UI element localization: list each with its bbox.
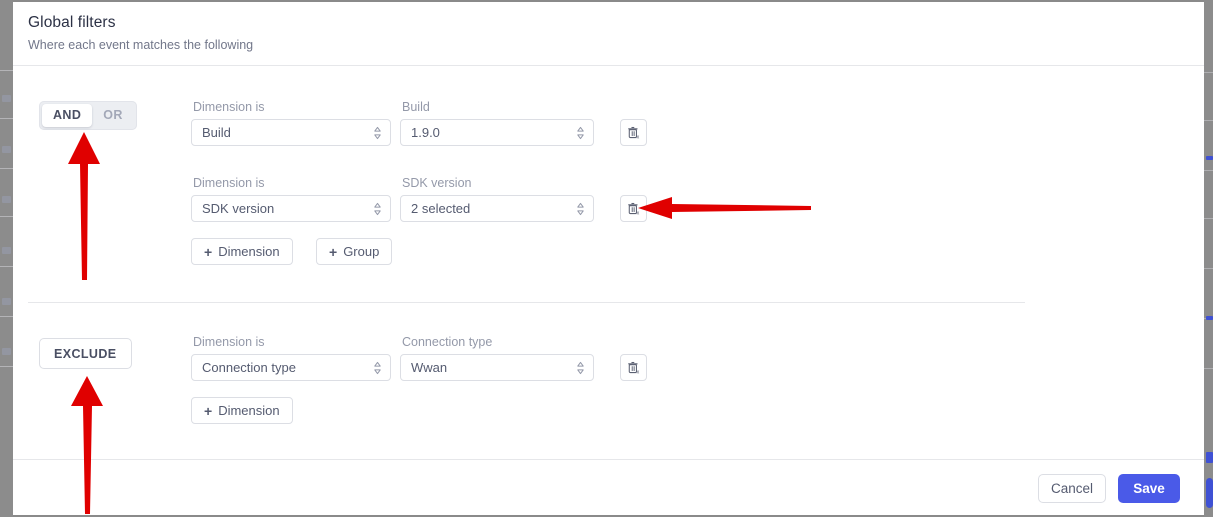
value-field-label: SDK version [402,176,472,190]
dimension-field-label: Dimension is [193,335,265,349]
dimension-field-label: Dimension is [193,176,265,190]
svg-text:x: x [636,210,639,216]
group-divider [28,302,1025,303]
and-or-toggle-option-and[interactable]: AND [42,104,93,127]
dialog-subtitle: Where each event matches the following [28,38,254,52]
dimension-field-label: Dimension is [193,100,265,114]
value-select-value: 2 selected [411,201,471,216]
trash-remove-icon: x [627,361,639,375]
add-dimension-button[interactable]: + Dimension [191,397,293,424]
plus-icon: + [204,402,213,419]
value-field-label: Connection type [402,335,493,349]
svg-text:x: x [636,134,639,140]
svg-text:x: x [636,369,639,375]
dimension-select-value: Build [202,125,231,140]
filter-group-2: EXCLUDE Dimension is Connection type Con… [13,327,1204,459]
value-select[interactable]: Wwan [400,354,594,381]
dimension-select[interactable]: Connection type [191,354,391,381]
value-select-value: 1.9.0 [411,125,440,140]
trash-remove-icon: x [627,202,639,216]
plus-icon: + [204,243,213,260]
delete-filter-button[interactable]: x [620,119,647,146]
and-or-toggle-option-or[interactable]: OR [92,104,134,127]
chevron-up-down-icon [577,126,584,139]
delete-filter-button[interactable]: x [620,195,647,222]
filter-group-1: AND OR Dimension is Build Build 1.9.0 x … [13,67,1204,292]
delete-filter-button[interactable]: x [620,354,647,381]
chevron-up-down-icon [577,361,584,374]
exclude-button-label: EXCLUDE [54,346,117,361]
add-dimension-label: Dimension [218,244,280,259]
add-dimension-label: Dimension [218,403,280,418]
background-page-right-edge [1204,0,1213,517]
value-select-value: Wwan [411,360,448,375]
chevron-up-down-icon [374,126,381,139]
cancel-button-label: Cancel [1050,481,1094,496]
dialog-header: Global filters Where each event matches … [13,2,1204,66]
dimension-select-value: Connection type [202,360,296,375]
global-filters-dialog: Global filters Where each event matches … [13,2,1204,515]
plus-icon: + [329,243,338,260]
add-group-label: Group [343,244,380,259]
page-title: Global filters [28,14,116,31]
value-field-label: Build [402,100,430,114]
value-select[interactable]: 1.9.0 [400,119,594,146]
cancel-button[interactable]: Cancel [1038,474,1106,503]
save-button-label: Save [1133,481,1165,496]
value-select[interactable]: 2 selected [400,195,594,222]
chevron-up-down-icon [374,361,381,374]
dialog-footer: Cancel Save [13,459,1204,515]
trash-remove-icon: x [627,126,639,140]
chevron-up-down-icon [374,202,381,215]
dimension-select[interactable]: Build [191,119,391,146]
dialog-body: AND OR Dimension is Build Build 1.9.0 x … [13,67,1204,459]
exclude-button[interactable]: EXCLUDE [39,338,132,369]
add-dimension-button[interactable]: + Dimension [191,238,293,265]
dimension-select-value: SDK version [202,201,275,216]
save-button[interactable]: Save [1118,474,1180,503]
and-or-toggle[interactable]: AND OR [39,101,137,130]
add-group-button[interactable]: + Group [316,238,393,265]
dimension-select[interactable]: SDK version [191,195,391,222]
background-page-left-edge [0,0,13,517]
chevron-up-down-icon [577,202,584,215]
